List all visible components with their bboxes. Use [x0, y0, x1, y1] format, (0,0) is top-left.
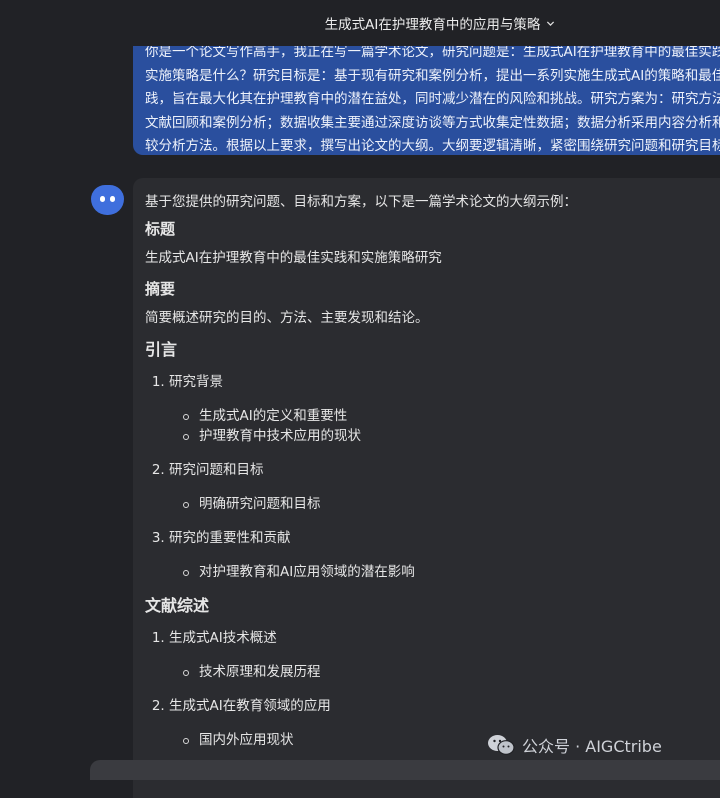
user-message-bubble: 你是一个论文写作高手，我正在写一篇学术论文，研究问题是：生成式AI在护理教育中的…	[133, 40, 720, 155]
user-message-line: 践，旨在最大化其在护理教育中的潜在益处，同时减少潜在的风险和挑战。研究方案为：研…	[145, 91, 720, 108]
conversation-title: 生成式AI在护理教育中的应用与策略	[324, 17, 541, 33]
list-item-label: 生成式AI在教育领域的应用	[169, 698, 331, 714]
message-input-area[interactable]	[90, 760, 720, 780]
list-item: 研究的重要性和贡献 对护理教育和AI应用领域的潜在影响	[169, 528, 720, 582]
avatar-eye	[110, 196, 115, 202]
assistant-avatar-icon	[91, 185, 124, 215]
section-heading-title: 标题	[145, 220, 176, 238]
user-message-line: 文献回顾和案例分析；数据收集主要通过深度访谈等方式收集定性数据；数据分析采用内容…	[145, 114, 720, 131]
section-heading-literature-review: 文献综述	[145, 596, 210, 615]
sub-list-item: 生成式AI的定义和重要性	[183, 406, 720, 426]
chevron-down-icon	[547, 20, 555, 26]
sub-list: 生成式AI的定义和重要性 护理教育中技术应用的现状	[169, 406, 720, 446]
watermark: 公众号 · AIGCtribe	[486, 730, 662, 760]
sub-list-item: 护理教育中技术应用的现状	[183, 426, 720, 446]
sub-list-item: 对护理教育和AI应用领域的潜在影响	[183, 562, 720, 582]
answer-intro: 基于您提供的研究问题、目标和方案，以下是一篇学术论文的大纲示例：	[145, 194, 577, 210]
user-message-line: 实施策略是什么？研究目标是：基于现有研究和案例分析，提出一系列实施生成式AI的策…	[145, 67, 720, 84]
assistant-answer-bubble: 基于您提供的研究问题、目标和方案，以下是一篇学术论文的大纲示例： 标题 生成式A…	[133, 178, 720, 798]
list-item: 研究背景 生成式AI的定义和重要性 护理教育中技术应用的现状	[169, 372, 720, 446]
title-text: 生成式AI在护理教育中的最佳实践和实施策略研究	[145, 250, 442, 266]
section-heading-abstract: 摘要	[145, 280, 176, 298]
watermark-text: 公众号 · AIGCtribe	[522, 737, 662, 756]
list-item-label: 研究背景	[169, 374, 223, 390]
list-item: 生成式AI技术概述 技术原理和发展历程	[169, 628, 720, 682]
list-item-label: 研究问题和目标	[169, 462, 264, 478]
sub-list-item: 技术原理和发展历程	[183, 662, 720, 682]
introduction-list: 研究背景 生成式AI的定义和重要性 护理教育中技术应用的现状 研究问题和目标 明…	[145, 372, 720, 582]
list-item-label: 研究的重要性和贡献	[169, 530, 291, 546]
conversation-title-button[interactable]: 生成式AI在护理教育中的应用与策略	[325, 13, 556, 33]
sub-list-item: 明确研究问题和目标	[183, 494, 720, 514]
sub-list: 技术原理和发展历程	[169, 662, 720, 682]
list-item: 研究问题和目标 明确研究问题和目标	[169, 460, 720, 514]
wechat-icon	[488, 735, 515, 755]
list-item-label: 生成式AI技术概述	[169, 630, 277, 646]
top-bar: 生成式AI在护理教育中的应用与策略	[0, 0, 720, 46]
section-heading-introduction: 引言	[145, 340, 178, 359]
user-message-line: 较分析方法。根据以上要求，撰写出论文的大纲。大纲要逻辑清晰，紧密围绕研究问题和研…	[145, 138, 720, 155]
sub-list: 对护理教育和AI应用领域的潜在影响	[169, 562, 720, 582]
abstract-text: 简要概述研究的目的、方法、主要发现和结论。	[145, 310, 429, 326]
sub-list: 明确研究问题和目标	[169, 494, 720, 514]
avatar-eye	[100, 196, 105, 202]
